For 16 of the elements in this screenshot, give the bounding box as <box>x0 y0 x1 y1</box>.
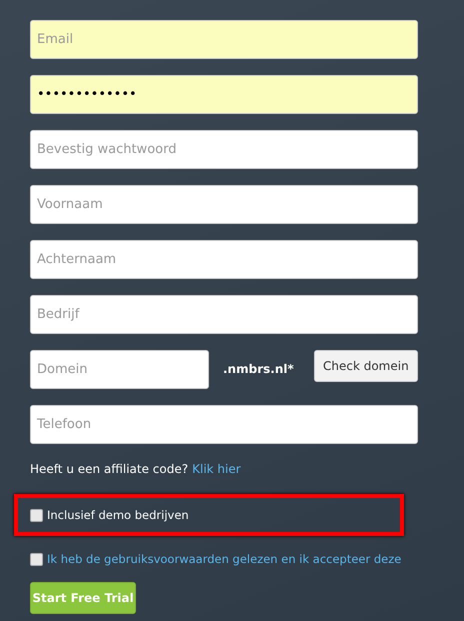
input-field[interactable]: Voornaam <box>30 185 418 224</box>
input-field[interactable]: Email <box>30 20 418 59</box>
input-field[interactable]: Bevestig wachtwoord <box>30 130 418 169</box>
checkbox-label: Inclusief demo bedrijven <box>47 508 189 522</box>
checkbox[interactable] <box>30 508 43 522</box>
affiliate-link[interactable]: Klik hier <box>192 462 241 476</box>
terms-link[interactable]: Ik heb de gebruiksvoorwaarden gelezen en ik accepteer deze <box>47 552 402 566</box>
check-domain-button[interactable]: Check domein <box>314 350 418 382</box>
phone-field[interactable]: Telefoon <box>30 405 418 444</box>
input-field[interactable]: Achternaam <box>30 240 418 279</box>
domain-suffix: .nmbrs.nl* <box>223 362 295 376</box>
input-field[interactable]: Bedrijf <box>30 295 418 334</box>
domain-field[interactable]: Domein <box>30 350 209 389</box>
input-field[interactable]: ••••••••••••• <box>30 75 418 114</box>
affiliate-text: Heeft u een affiliate code? <box>30 462 188 476</box>
checkbox[interactable] <box>30 552 43 566</box>
